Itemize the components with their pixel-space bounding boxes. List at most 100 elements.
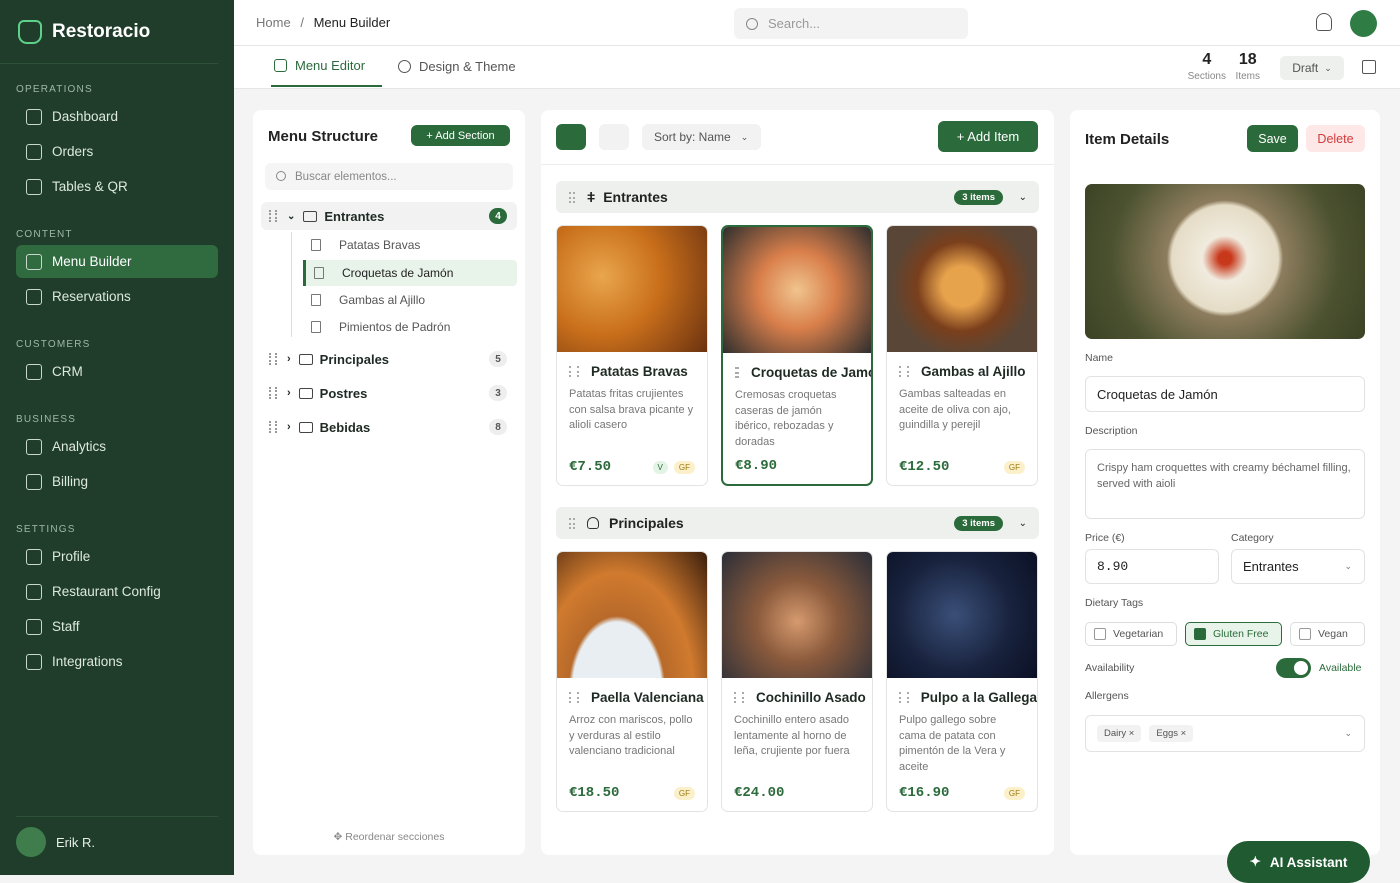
name-label: Name <box>1085 352 1114 364</box>
child-item[interactable]: Pimientos de Padrón <box>303 314 517 340</box>
gluten-free-checkbox[interactable]: Gluten Free <box>1185 622 1282 646</box>
dashboard-icon <box>26 108 42 125</box>
menu-item-card[interactable]: Gambas al Ajillo Gambas salteadas en ace… <box>886 225 1038 486</box>
chevron-down-icon[interactable]: ⌄ <box>1019 192 1027 203</box>
section-header-principales[interactable]: Principales 3 items ⌄ <box>556 507 1039 539</box>
gear-icon <box>26 583 42 600</box>
sidebar-item-reservations[interactable]: Reservations <box>16 280 218 313</box>
grip-icon <box>269 421 277 433</box>
ai-assistant-button[interactable]: ✦ AI Assistant <box>1227 841 1370 883</box>
user-profile[interactable]: Erik R. <box>16 816 218 857</box>
external-link-icon[interactable] <box>1362 60 1376 74</box>
tab-design-theme[interactable]: Design & Theme <box>398 46 516 87</box>
breadcrumb-current: Menu Builder <box>313 15 391 30</box>
add-section-button[interactable]: + Add Section <box>411 125 510 146</box>
folder-icon <box>298 387 313 399</box>
name-field[interactable]: Croquetas de Jamón <box>1085 376 1365 412</box>
sidebar-item-menu-builder[interactable]: Menu Builder <box>16 245 218 278</box>
sidebar-item-crm[interactable]: CRM <box>16 355 218 388</box>
folder-icon <box>298 353 313 365</box>
sidebar-item-integrations[interactable]: Integrations <box>16 645 218 678</box>
user-name: Erik R. <box>56 834 95 850</box>
sidebar-item-profile[interactable]: Profile <box>16 540 218 573</box>
grip-icon <box>269 210 277 222</box>
category-select[interactable]: Entrantes ⌄ <box>1231 549 1365 584</box>
breadcrumb: Home / Menu Builder <box>256 15 391 30</box>
brand-name: Restoracio <box>52 20 151 42</box>
child-item-selected[interactable]: Croquetas de Jamón <box>303 260 517 286</box>
allergen-chip[interactable]: Dairy × <box>1097 725 1142 742</box>
section-row-postres[interactable]: › Postres 3 <box>261 379 517 407</box>
availability-toggle[interactable] <box>1276 658 1311 678</box>
breadcrumb-home[interactable]: Home <box>256 15 291 30</box>
section-row-bebidas[interactable]: › Bebidas 8 <box>261 413 517 441</box>
sidebar-item-analytics[interactable]: Analytics <box>16 430 218 463</box>
child-item[interactable]: Patatas Bravas <box>303 232 517 258</box>
sidebar-item-dashboard[interactable]: Dashboard <box>16 100 218 133</box>
section-row-entrantes[interactable]: ⌄ Entrantes 4 <box>261 202 517 230</box>
save-button[interactable]: Save <box>1247 125 1298 152</box>
sections-stat: 4 Sections <box>1187 51 1226 82</box>
item-count-pill: 3 items <box>954 189 1003 205</box>
sidebar-item-orders[interactable]: Orders <box>16 135 218 168</box>
search-icon <box>746 17 758 30</box>
group-label-settings: SETTINGS <box>16 524 76 535</box>
document-icon <box>311 239 321 251</box>
price-field[interactable]: 8.90 <box>1085 549 1219 584</box>
availability-label: Availability <box>1085 662 1135 674</box>
search-input[interactable]: Search... <box>734 8 968 39</box>
add-item-button[interactable]: + Add Item <box>938 121 1038 152</box>
child-item[interactable]: Gambas al Ajillo <box>303 287 517 313</box>
delete-button[interactable]: Delete <box>1306 125 1365 152</box>
list-view-button[interactable] <box>599 124 629 150</box>
pencil-icon <box>274 59 287 72</box>
avatar[interactable] <box>1350 10 1377 37</box>
users-icon <box>26 363 42 380</box>
panel-title: Menu Structure <box>268 128 379 145</box>
chef-hat-icon <box>18 19 42 44</box>
vegetarian-checkbox[interactable]: Vegetarian <box>1085 622 1177 646</box>
item-image[interactable] <box>1085 184 1365 339</box>
utensils-icon: ǂ <box>587 189 596 205</box>
editor-tabs-bar: Menu Editor Design & Theme 4 Sections 18… <box>234 46 1400 89</box>
chevron-down-icon[interactable]: ⌄ <box>1019 518 1027 529</box>
section-header-entrantes[interactable]: ǂ Entrantes 3 items ⌄ <box>556 181 1039 213</box>
document-icon <box>314 267 324 279</box>
section-row-principales[interactable]: › Principales 5 <box>261 345 517 373</box>
qr-icon <box>26 178 42 195</box>
menu-item-card[interactable]: Paella Valenciana Arroz con mariscos, po… <box>556 551 708 812</box>
reorder-sections-link[interactable]: ✥ Reordenar secciones <box>253 831 525 843</box>
vegan-checkbox[interactable]: Vegan <box>1290 622 1365 646</box>
sidebar-item-tables[interactable]: Tables & QR <box>16 170 218 203</box>
bell-icon[interactable] <box>1316 13 1332 31</box>
tab-menu-editor[interactable]: Menu Editor <box>271 46 382 87</box>
avatar <box>16 827 46 857</box>
status-dropdown[interactable]: Draft ⌄ <box>1280 56 1344 80</box>
menu-structure-panel: Menu Structure + Add Section Buscar elem… <box>253 110 525 855</box>
menu-item-card[interactable]: Cochinillo Asado Cochinillo entero asado… <box>721 551 873 812</box>
sidebar-item-restaurant-config[interactable]: Restaurant Config <box>16 575 218 608</box>
structure-search-input[interactable]: Buscar elementos... <box>265 163 513 190</box>
sort-dropdown[interactable]: Sort by: Name ⌄ <box>642 124 761 150</box>
user-icon <box>26 548 42 565</box>
palette-icon <box>398 60 411 73</box>
allergens-select[interactable]: Dairy × Eggs × ⌄ <box>1085 715 1365 752</box>
category-label: Category <box>1231 532 1274 544</box>
menu-editor-panel: Sort by: Name ⌄ + Add Item ǂ Entrantes 3 … <box>541 110 1054 855</box>
food-image <box>723 227 871 353</box>
dietary-label: Dietary Tags <box>1085 597 1144 609</box>
group-label-content: CONTENT <box>16 229 73 240</box>
topbar: Home / Menu Builder Search... <box>234 0 1400 46</box>
description-field[interactable]: Crispy ham croquettes with creamy bécham… <box>1085 449 1365 519</box>
menu-item-card-selected[interactable]: Croquetas de Jamón Cremosas croquetas ca… <box>721 225 873 486</box>
grid-view-button[interactable] <box>556 124 586 150</box>
food-image <box>887 552 1037 678</box>
document-icon <box>311 294 321 306</box>
sidebar-item-staff[interactable]: Staff <box>16 610 218 643</box>
sidebar-item-billing[interactable]: Billing <box>16 465 218 498</box>
allergen-chip[interactable]: Eggs × <box>1149 725 1194 742</box>
menu-item-card[interactable]: Patatas Bravas Patatas fritas crujientes… <box>556 225 708 486</box>
folder-open-icon <box>303 210 318 222</box>
menu-item-card[interactable]: Pulpo a la Gallega Pulpo gallego sobre c… <box>886 551 1038 812</box>
panel-title: Item Details <box>1085 131 1170 148</box>
